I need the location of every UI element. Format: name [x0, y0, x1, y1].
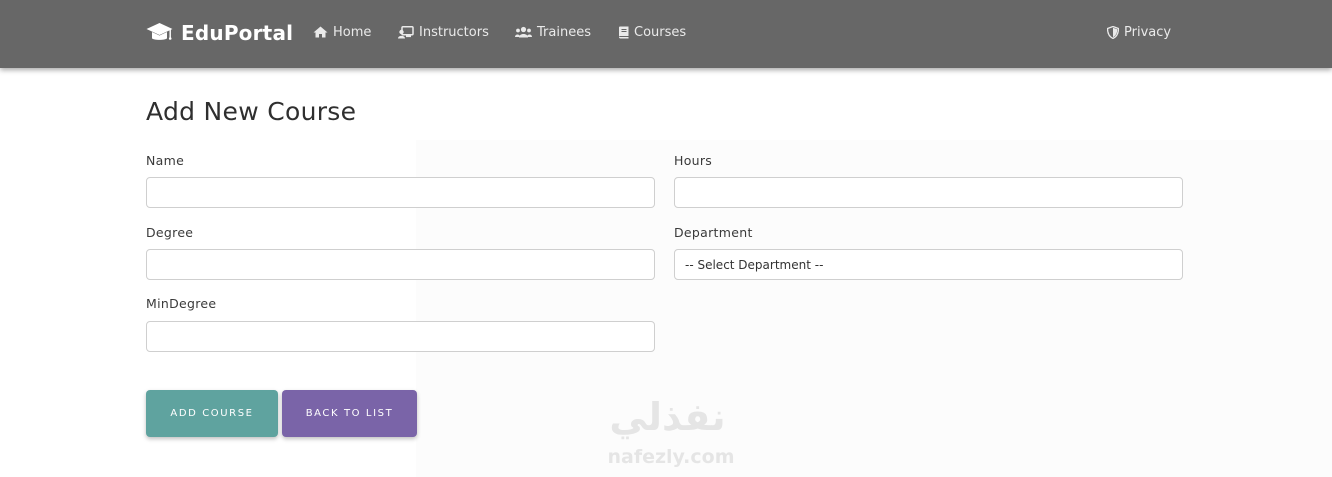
min-degree-input[interactable]	[146, 321, 655, 352]
nav-item-home[interactable]: Home	[313, 23, 371, 41]
degree-label: Degree	[146, 225, 194, 240]
instructor-icon	[398, 25, 414, 38]
hours-input[interactable]	[674, 177, 1183, 208]
nav-item-courses[interactable]: Courses	[618, 23, 686, 41]
name-input[interactable]	[146, 177, 655, 208]
shield-icon	[1107, 25, 1119, 39]
home-icon	[313, 26, 328, 38]
department-label: Department	[674, 225, 753, 240]
nav-privacy-label: Privacy	[1124, 24, 1172, 40]
hours-label: Hours	[674, 153, 713, 168]
nav-trainees-label: Trainees	[537, 24, 591, 40]
nav-item-instructors[interactable]: Instructors	[398, 23, 489, 41]
brand-name: EduPortal	[181, 21, 294, 45]
nav-courses-label: Courses	[634, 24, 687, 40]
book-icon	[619, 26, 629, 38]
page-title: Add New Course	[146, 97, 357, 126]
graduation-cap-icon	[146, 23, 173, 40]
users-icon	[515, 26, 532, 38]
department-selected-value: -- Select Department --	[685, 257, 824, 272]
nav-item-trainees[interactable]: Trainees	[515, 23, 591, 41]
name-label: Name	[146, 153, 185, 168]
add-course-button[interactable]: Add Course	[146, 390, 278, 437]
degree-input[interactable]	[146, 249, 655, 280]
nav-home-label: Home	[333, 24, 372, 40]
min-degree-label: MinDegree	[146, 296, 217, 311]
top-navbar: EduPortal Home Instructors Trainees Cour…	[0, 0, 1332, 68]
department-select[interactable]: -- Select Department --	[674, 249, 1183, 280]
nav-instructors-label: Instructors	[419, 24, 489, 40]
back-to-list-button[interactable]: Back to List	[282, 390, 417, 437]
brand-link[interactable]: EduPortal	[146, 19, 293, 47]
nav-item-privacy[interactable]: Privacy	[1107, 23, 1171, 41]
